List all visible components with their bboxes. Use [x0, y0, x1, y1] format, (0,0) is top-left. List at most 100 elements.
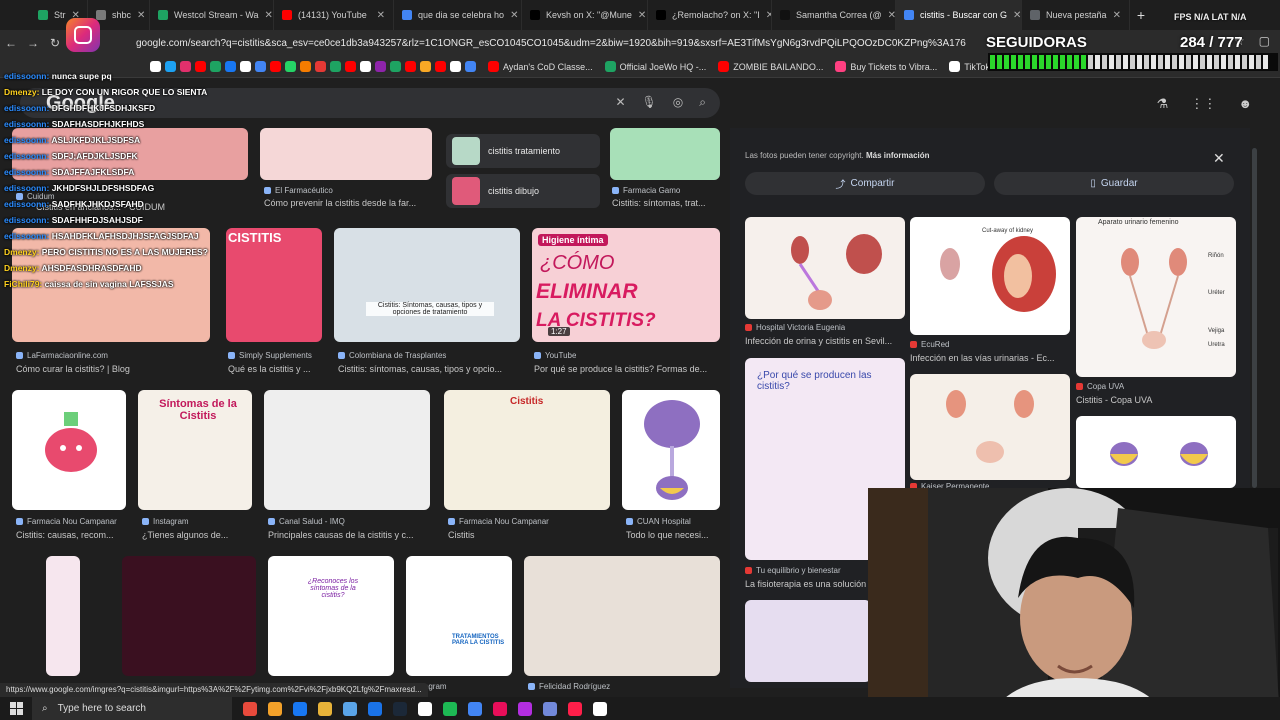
result-source[interactable]: Simply Supplements — [228, 351, 312, 360]
browser-tab[interactable]: Samantha Correa (@ ✕ — [772, 0, 896, 30]
bookmark-item[interactable]: Buy Tickets to Vibra... — [835, 61, 937, 72]
result-title[interactable]: ¿Tienes algunos de... — [142, 530, 252, 540]
result-source[interactable]: El Farmacéutico — [264, 186, 333, 195]
bookmark-favicon-icon[interactable] — [435, 61, 446, 72]
related-title[interactable]: Cistitis - Copa UVA — [1076, 395, 1236, 405]
result-title[interactable]: Todo lo que necesi... — [626, 530, 720, 540]
bookmark-favicon-icon[interactable] — [450, 61, 461, 72]
image-result-thumbnail[interactable] — [334, 228, 520, 342]
bookmark-item[interactable]: TikTok — [949, 61, 990, 72]
browser-tab[interactable]: que dia se celebra ho ✕ — [394, 0, 522, 30]
result-title[interactable]: Principales causas de la cistitis y c... — [268, 530, 430, 540]
tab-close-icon[interactable]: ✕ — [1113, 10, 1121, 21]
browser-tab[interactable]: Westcol Stream - Wa ✕ — [150, 0, 274, 30]
mic-icon[interactable]: 🎙 — [642, 95, 657, 110]
related-image-thumbnail[interactable] — [745, 600, 871, 682]
result-source[interactable]: Farmacia Nou Campanar — [16, 517, 117, 526]
new-tab-button[interactable]: + — [1130, 4, 1152, 26]
bookmark-item[interactable]: Official JoeWo HQ -... — [604, 61, 706, 72]
tab-close-icon[interactable]: ✕ — [137, 10, 145, 21]
result-source[interactable]: CUAN Hospital — [626, 517, 691, 526]
apps-grid-icon[interactable]: ⋮⋮ — [1190, 96, 1216, 112]
bookmark-favicon-icon[interactable] — [285, 61, 296, 72]
bookmark-item[interactable]: Aydan's CoD Classe... — [488, 61, 593, 72]
browser-tab[interactable]: Nueva pestaña ✕ — [1022, 0, 1130, 30]
bookmark-favicon-icon[interactable] — [330, 61, 341, 72]
windows-start-icon[interactable] — [10, 702, 23, 715]
lens-icon[interactable]: ◎ — [673, 95, 683, 110]
result-source[interactable]: Felicidad Rodríguez — [528, 682, 610, 691]
url-field[interactable]: google.com/search?q=cistitis&sca_esv=ce0… — [136, 38, 966, 49]
bookmark-favicon-icon[interactable] — [300, 61, 311, 72]
bookmark-favicon-icon[interactable] — [375, 61, 386, 72]
taskbar-app-icon[interactable] — [468, 701, 482, 716]
tab-close-icon[interactable]: ✕ — [510, 10, 518, 21]
related-title[interactable]: Infección de orina y cistitis en Sevil..… — [745, 336, 903, 346]
tab-close-icon[interactable]: ✕ — [1013, 10, 1021, 21]
result-title[interactable]: Cistitis: causas, recom... — [16, 530, 126, 540]
more-info-link[interactable]: Más información — [866, 151, 930, 160]
result-source[interactable]: Farmacia Gamo — [612, 186, 680, 195]
bookmark-item[interactable]: ZOMBIE BAILANDO... — [718, 61, 823, 72]
taskbar-app-icon[interactable] — [418, 701, 432, 716]
bookmark-favicon-icon[interactable] — [420, 61, 431, 72]
account-avatar[interactable]: ☻ — [1238, 96, 1252, 112]
taskbar-app-icon[interactable] — [368, 701, 382, 716]
bookmark-favicon-icon[interactable] — [270, 61, 281, 72]
bookmark-favicon-icon[interactable] — [315, 61, 326, 72]
image-result-thumbnail[interactable] — [268, 556, 394, 676]
panel-scrollbar[interactable] — [1252, 148, 1257, 488]
bookmark-favicon-icon[interactable] — [465, 61, 476, 72]
bookmark-favicon-icon[interactable] — [390, 61, 401, 72]
image-result-thumbnail[interactable] — [406, 556, 512, 676]
search-icon[interactable]: ⌕ — [699, 95, 706, 110]
related-title[interactable]: Infección en las vías urinarias - Ec... — [910, 353, 1070, 363]
image-result-thumbnail[interactable] — [122, 556, 256, 676]
taskbar-app-icon[interactable] — [493, 701, 507, 716]
browser-tab[interactable]: Kevsh on X: "@Mune ✕ — [522, 0, 648, 30]
save-button[interactable]: ▯ Guardar — [994, 172, 1234, 195]
taskbar-app-icon[interactable] — [518, 701, 532, 716]
tab-close-icon[interactable]: ✕ — [377, 10, 385, 21]
related-source[interactable]: Hospital Victoria Eugenia — [745, 323, 845, 332]
tab-close-icon[interactable]: ✕ — [888, 10, 895, 21]
extension-icon[interactable]: ▢ — [1259, 34, 1270, 48]
image-result-thumbnail[interactable] — [264, 390, 430, 510]
related-source[interactable]: Copa UVA — [1076, 382, 1124, 391]
image-result-thumbnail[interactable] — [610, 128, 720, 180]
back-icon[interactable]: ← — [0, 36, 22, 50]
taskbar-app-icon[interactable] — [543, 701, 557, 716]
taskbar-app-icon[interactable] — [293, 701, 307, 716]
related-source[interactable]: EcuRed — [910, 340, 949, 349]
result-source[interactable]: Farmacia Nou Campanar — [448, 517, 549, 526]
close-panel-icon[interactable]: ✕ — [1213, 150, 1225, 167]
image-result-thumbnail[interactable] — [46, 556, 80, 676]
taskbar-app-icon[interactable] — [343, 701, 357, 716]
share-button[interactable]: ⤴ Compartir — [745, 172, 985, 195]
image-result-thumbnail[interactable] — [524, 556, 720, 676]
result-source[interactable]: Canal Salud - IMQ — [268, 517, 345, 526]
result-title[interactable]: Cistitis — [448, 530, 610, 540]
related-source[interactable]: Tu equilibrio y bienestar — [745, 566, 841, 575]
related-search-chip-tratamiento[interactable]: cistitis tratamiento — [446, 134, 600, 168]
result-source[interactable]: Instagram — [142, 517, 189, 526]
taskbar-app-icon[interactable] — [568, 701, 582, 716]
result-title[interactable]: Cómo curar la cistitis? | Blog — [16, 364, 212, 374]
result-title[interactable]: Cistitis: síntomas, trat... — [612, 198, 718, 208]
tab-close-icon[interactable]: ✕ — [638, 10, 646, 21]
taskbar-app-icon[interactable] — [593, 701, 607, 716]
clear-search-icon[interactable]: ✕ — [615, 95, 625, 110]
taskbar-app-icon[interactable] — [318, 701, 332, 716]
bookmark-favicon-icon[interactable] — [255, 61, 266, 72]
result-title[interactable]: Qué es la cistitis y ... — [228, 364, 324, 374]
taskbar-app-icon[interactable] — [393, 701, 407, 716]
image-result-thumbnail[interactable] — [260, 128, 432, 180]
taskbar-app-icon[interactable] — [243, 701, 257, 716]
result-source[interactable]: Colombiana de Trasplantes — [338, 351, 446, 360]
result-title[interactable]: Cistitis: síntomas, causas, tipos y opci… — [338, 364, 514, 374]
bookmark-favicon-icon[interactable] — [360, 61, 371, 72]
tab-close-icon[interactable]: ✕ — [265, 10, 273, 21]
result-source[interactable]: LaFarmaciaonline.com — [16, 351, 108, 360]
bookmark-favicon-icon[interactable] — [405, 61, 416, 72]
browser-tab[interactable]: ¿Remolacho? on X: "I✕ — [648, 0, 772, 30]
